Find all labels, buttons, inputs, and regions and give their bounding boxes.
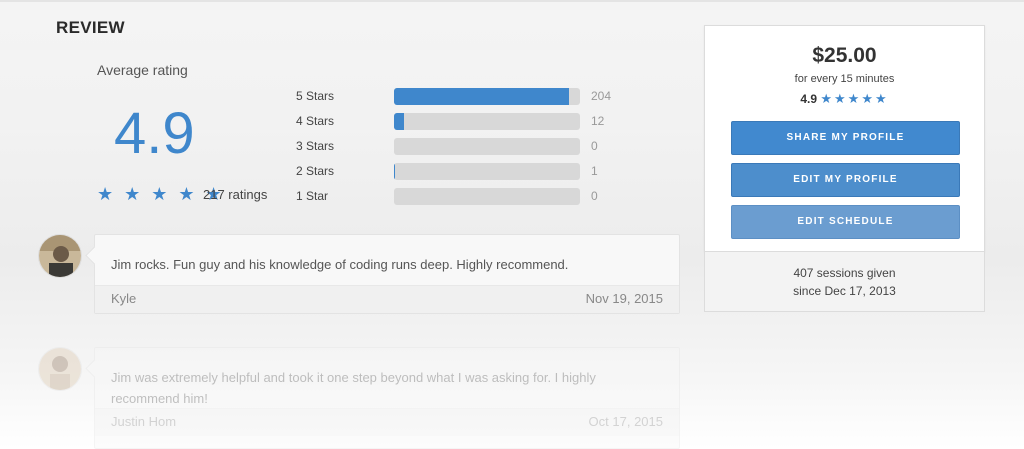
review-author[interactable]: Justin Hom (111, 414, 176, 429)
average-rating-label: Average rating (97, 62, 188, 78)
price-card: $25.00 for every 15 minutes 4.9 ★★★★★ SH… (704, 25, 985, 252)
reviewer-avatar[interactable] (38, 347, 82, 391)
rating-row-label: 1 Star (296, 189, 329, 203)
rating-bar-fill (394, 163, 396, 180)
rating-bar-track (394, 88, 580, 105)
rating-row-count: 1 (591, 164, 598, 178)
sidebar-rating: 4.9 ★★★★★ (705, 91, 984, 107)
review-date: Oct 17, 2015 (588, 414, 663, 429)
average-rating-value: 4.9 (114, 101, 195, 166)
review-footer: Justin Hom Oct 17, 2015 (95, 408, 679, 436)
review-text: Jim rocks. Fun guy and his knowledge of … (111, 257, 569, 272)
sessions-count: 407 sessions given (793, 266, 896, 280)
sidebar-stars-icon: ★★★★★ (820, 91, 889, 106)
sessions-panel: 407 sessions given since Dec 17, 2013 (704, 252, 985, 312)
rating-row-label: 2 Stars (296, 164, 335, 178)
sessions-since: since Dec 17, 2013 (793, 284, 896, 298)
price-value: $25.00 (812, 44, 877, 67)
price-rate: for every 15 minutes (794, 73, 895, 85)
review-card: Jim was extremely helpful and took it on… (94, 347, 680, 449)
rating-bar-fill (394, 113, 405, 130)
edit-schedule-button[interactable]: EDIT SCHEDULE (731, 205, 960, 239)
rating-row-label: 4 Stars (296, 114, 335, 128)
rating-bar-track (394, 163, 580, 180)
rating-row-count: 0 (591, 189, 598, 203)
rating-bar-track (394, 188, 580, 205)
profile-sidebar: $25.00 for every 15 minutes 4.9 ★★★★★ SH… (704, 25, 985, 312)
ratings-count: 217 ratings (203, 187, 268, 202)
reviewer-avatar[interactable] (38, 234, 82, 278)
rating-row-4: 4 Stars 12 (296, 112, 626, 137)
rating-row-count: 0 (591, 139, 598, 153)
review-date: Nov 19, 2015 (585, 291, 663, 306)
rating-bar-track (394, 113, 580, 130)
review-text: Jim was extremely helpful and took it on… (111, 370, 596, 406)
review-card: Jim rocks. Fun guy and his knowledge of … (94, 234, 680, 314)
rating-row-count: 12 (591, 114, 605, 128)
share-profile-button[interactable]: SHARE MY PROFILE (731, 121, 960, 155)
rating-row-5: 5 Stars 204 (296, 87, 626, 112)
sidebar-rating-value: 4.9 (800, 92, 818, 106)
rating-row-label: 3 Stars (296, 139, 335, 153)
rating-row-label: 5 Stars (296, 89, 335, 103)
rating-row-count: 204 (591, 89, 612, 103)
rating-row-2: 2 Stars 1 (296, 162, 626, 187)
rating-bar-fill (394, 88, 569, 105)
rating-row-3: 3 Stars 0 (296, 137, 626, 162)
review-footer: Kyle Nov 19, 2015 (95, 285, 679, 313)
section-title: REVIEW (56, 18, 125, 37)
edit-profile-button[interactable]: EDIT MY PROFILE (731, 163, 960, 197)
top-divider (0, 0, 1024, 2)
review-item: Jim rocks. Fun guy and his knowledge of … (38, 234, 680, 314)
review-item: Jim was extremely helpful and took it on… (38, 347, 680, 449)
rating-breakdown: 5 Stars 204 4 Stars 12 3 Stars 0 2 Stars… (296, 87, 626, 212)
review-author[interactable]: Kyle (111, 291, 136, 306)
rating-row-1: 1 Star 0 (296, 187, 626, 212)
rating-bar-track (394, 138, 580, 155)
